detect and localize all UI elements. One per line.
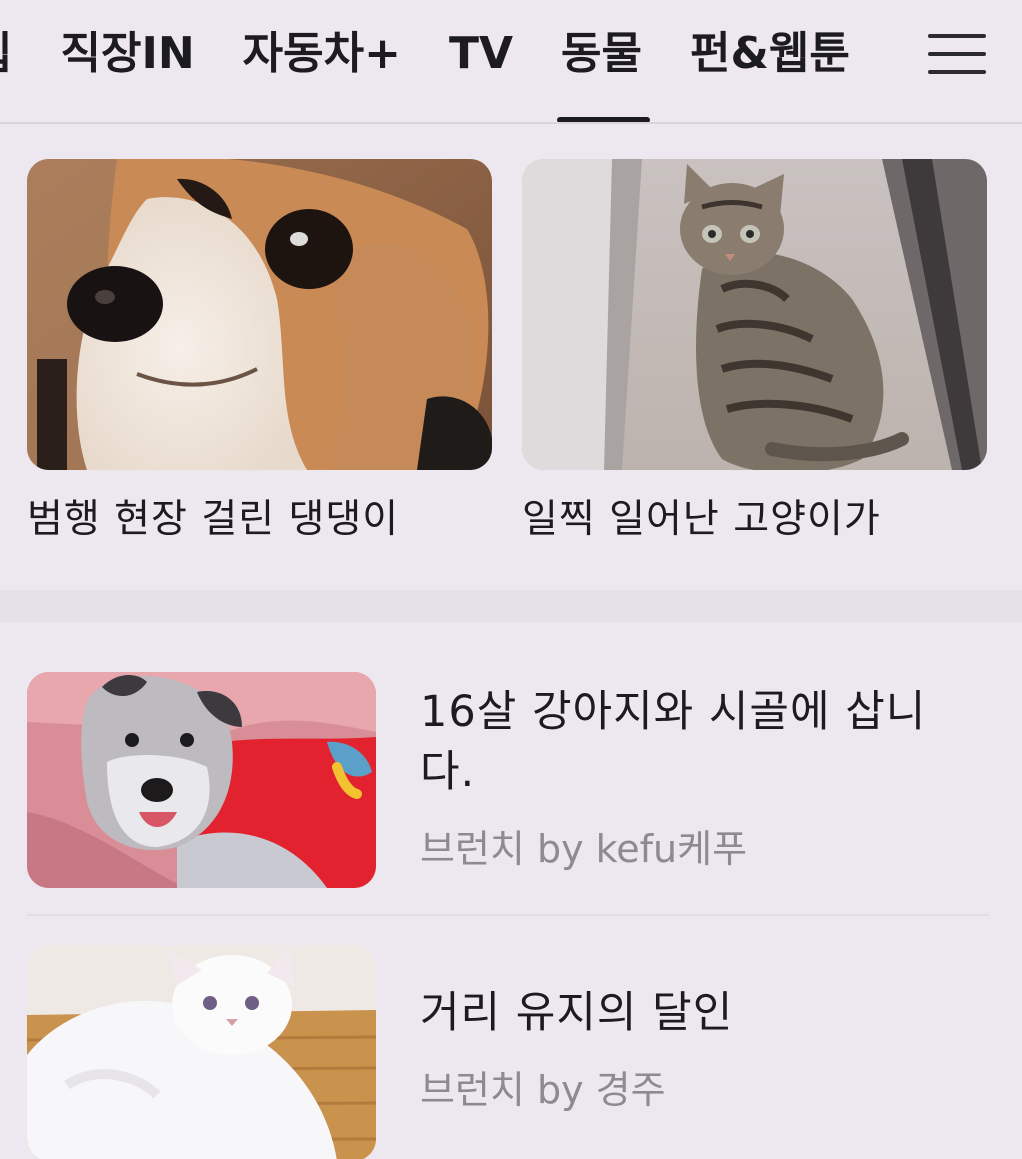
tab-label: 펀&웹툰 [690, 28, 850, 79]
corgi-thumbnail [27, 159, 492, 470]
tab-label: TV [448, 28, 514, 79]
feed-card-corgi[interactable]: 범행 현장 걸린 댕댕이 [27, 159, 492, 546]
list-divider [27, 914, 989, 916]
list-item-title: 16살 강아지와 시골에 삽니다. [420, 687, 927, 797]
tab-work[interactable]: 직장IN [60, 0, 194, 122]
list-item-source: 브런치 by kefu케푸 [420, 827, 748, 871]
tab-label: 집 [0, 28, 12, 79]
kitten-thumbnail [522, 159, 987, 470]
list-item[interactable]: 16살 강아지와 시골에 삽니다. 브런치 by kefu케푸 [27, 672, 989, 888]
tab-animals[interactable]: 동물 [557, 0, 650, 122]
menu-button[interactable] [928, 32, 988, 76]
category-tabs: 집 직장IN 자동차+ TV 동물 펀&웹툰 [0, 0, 898, 122]
card-title: 범행 현장 걸린 댕댕이 [27, 497, 400, 542]
tab-home[interactable]: 집 [0, 0, 12, 122]
category-tab-bar: 집 직장IN 자동차+ TV 동물 펀&웹툰 [0, 0, 1022, 124]
section-separator [0, 590, 1022, 622]
card-title: 일찍 일어난 고양이가 [522, 497, 881, 542]
active-tab-indicator [557, 117, 650, 122]
tab-tv[interactable]: TV [449, 0, 513, 122]
list-item-title: 거리 유지의 달인 [420, 988, 734, 1038]
list-item-source: 브런치 by 경주 [420, 1068, 666, 1112]
schnauzer-thumbnail [27, 672, 376, 888]
app-screen: 집 직장IN 자동차+ TV 동물 펀&웹툰 [0, 0, 1022, 1159]
tab-car[interactable]: 자동차+ [243, 0, 401, 122]
white-cat-thumbnail [27, 945, 376, 1159]
feed-card-kitten[interactable]: 일찍 일어난 고양이가 [522, 159, 987, 546]
tab-label: 동물 [561, 28, 642, 79]
tab-label: 자동차+ [242, 28, 401, 79]
tab-label: 직장IN [60, 28, 195, 79]
tab-fun-webtoon[interactable]: 펀&웹툰 [690, 0, 850, 122]
list-item[interactable]: 거리 유지의 달인 브런치 by 경주 [27, 945, 989, 1159]
